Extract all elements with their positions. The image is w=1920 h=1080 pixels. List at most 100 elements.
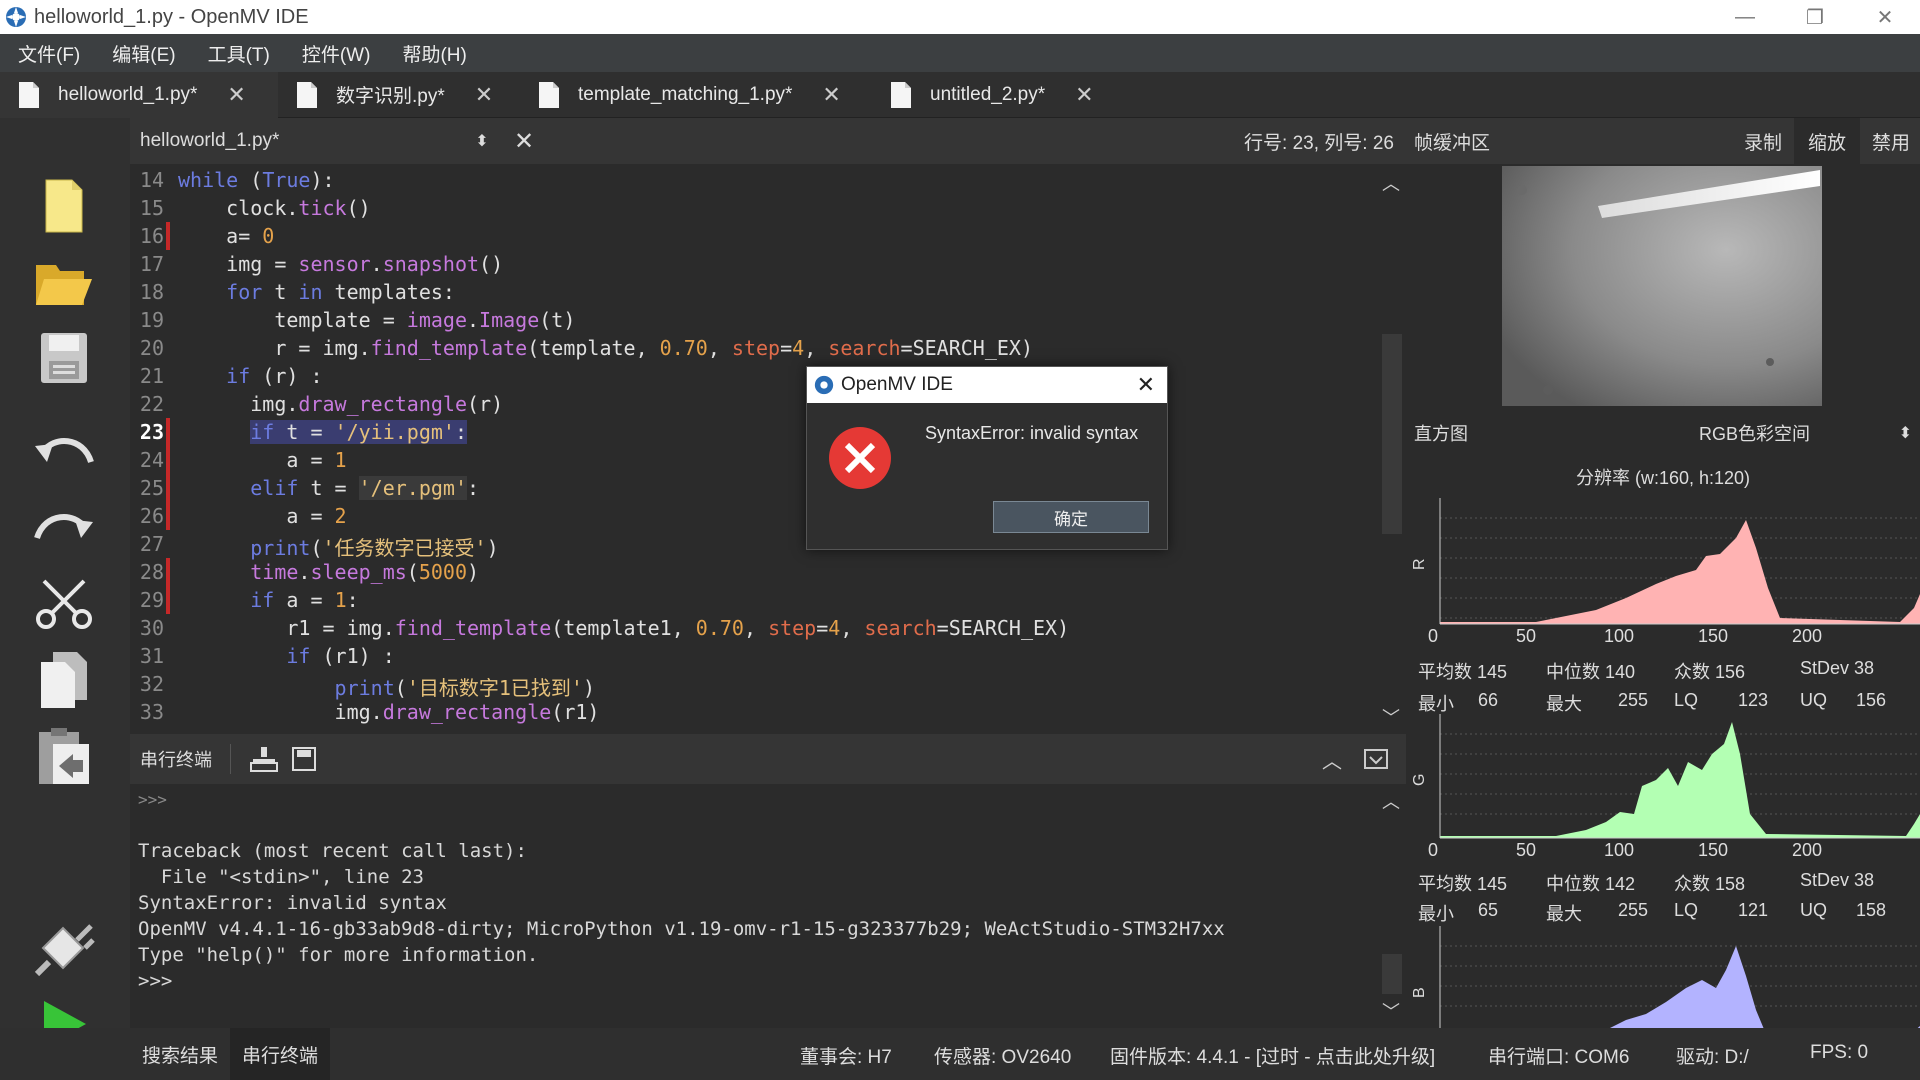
clear-terminal-icon[interactable]: [249, 745, 279, 773]
line-number: 19: [139, 308, 164, 332]
line-number: 21: [139, 364, 164, 388]
channel-b-label: B: [1411, 987, 1428, 998]
g-uq-label: UQ: [1800, 900, 1827, 920]
tab-untitled[interactable]: untitled_2.py* ✕: [872, 72, 1122, 118]
new-file-button[interactable]: [26, 168, 102, 244]
serial-terminal-output[interactable]: >>> Traceback (most recent call last): F…: [130, 784, 1378, 1028]
tab-search-results[interactable]: 搜索结果: [130, 1041, 230, 1068]
scroll-up-icon[interactable]: ︿: [1382, 170, 1400, 196]
r-max-label: 最大: [1546, 694, 1582, 714]
code-text: r = img.find_template(template, 0.70, st…: [178, 336, 1033, 360]
terminal-line: Traceback (most recent call last):: [138, 840, 527, 862]
code-text: if t = '/yii.pgm':: [250, 420, 468, 444]
panel-toggle-icon[interactable]: [1364, 749, 1388, 769]
error-icon: [829, 427, 891, 489]
tab-close-icon[interactable]: ✕: [475, 82, 493, 108]
close-editor-icon[interactable]: ✕: [504, 127, 544, 156]
code-text: img.draw_rectangle(r1): [178, 700, 600, 724]
r-stdev: StDev 38: [1800, 658, 1875, 678]
code-text: if (r) :: [226, 364, 323, 388]
tick-label: 50: [1516, 840, 1537, 860]
line-number: 29: [139, 588, 164, 612]
openmv-logo-icon: [814, 375, 834, 395]
copy-icon: [41, 652, 87, 708]
scroll-down-icon[interactable]: ﹀: [1382, 704, 1400, 730]
line-number: 15: [139, 196, 164, 220]
save-log-icon[interactable]: [291, 746, 317, 772]
zoom-button[interactable]: 缩放: [1793, 118, 1860, 164]
file-switch-arrows-icon[interactable]: ⬍: [460, 131, 504, 151]
board-status: 董事会: H7: [800, 1047, 892, 1068]
paste-button[interactable]: [26, 718, 102, 794]
code-text: a = 1: [178, 448, 347, 472]
r-mode: 众数 156: [1674, 662, 1746, 682]
menu-edit[interactable]: 编辑(E): [94, 40, 189, 67]
redo-icon: [34, 514, 93, 540]
left-toolbar: [0, 118, 130, 1080]
tick-label: 200: [1792, 840, 1823, 860]
restore-button[interactable]: ❐: [1780, 0, 1850, 34]
dialog-ok-button[interactable]: 确定: [993, 501, 1149, 533]
g-min: 65: [1478, 900, 1499, 920]
editor-scrollbar[interactable]: ︿ ﹀: [1378, 164, 1406, 734]
record-button[interactable]: 录制: [1732, 128, 1794, 155]
code-line: 27: [130, 530, 164, 558]
serial-terminal-header: 串行终端 ︿: [130, 734, 1406, 784]
tab-digit-recognition[interactable]: 数字识别.py* ✕: [278, 72, 520, 118]
tab-serial-terminal[interactable]: 串行终端: [230, 1028, 331, 1080]
code-line: 23: [130, 418, 164, 446]
r-min-label: 最小: [1418, 694, 1454, 714]
menu-file[interactable]: 文件(F): [0, 40, 94, 67]
code-line: 26: [130, 502, 164, 530]
g-lq-label: LQ: [1674, 900, 1699, 920]
tab-helloworld[interactable]: helloworld_1.py* ✕: [0, 71, 278, 118]
code-line: 29: [130, 586, 164, 614]
code-text: while (True):: [178, 168, 335, 192]
dialog-close-icon[interactable]: ✕: [1137, 372, 1155, 398]
scroll-down-icon[interactable]: ﹀: [1382, 998, 1400, 1024]
copy-button[interactable]: [26, 642, 102, 718]
line-number: 31: [139, 644, 164, 668]
terminal-line: >>>: [138, 790, 167, 809]
drive-status: 驱动: D:/: [1676, 1047, 1749, 1068]
code-text: if a = 1:: [250, 588, 359, 612]
code-line: 22: [130, 390, 164, 418]
code-line: 16: [130, 222, 164, 250]
resolution-label: 分辨率 (w:160, h:120): [1575, 468, 1751, 488]
undo-button[interactable]: [26, 414, 102, 490]
select-arrows-icon[interactable]: ⬍: [1899, 423, 1912, 443]
scissors-icon: [36, 579, 92, 629]
tick-label: 200: [1792, 626, 1823, 646]
tab-template-matching[interactable]: template_matching_1.py* ✕: [520, 72, 872, 118]
open-file-button[interactable]: [26, 244, 102, 320]
menu-tools[interactable]: 工具(T): [190, 40, 284, 67]
code-line: 19: [130, 306, 164, 334]
editor-filename[interactable]: helloworld_1.py*: [140, 130, 460, 152]
tab-close-icon[interactable]: ✕: [227, 82, 245, 108]
code-line: 17: [130, 250, 164, 278]
redo-button[interactable]: [26, 490, 102, 566]
scroll-thumb[interactable]: [1382, 954, 1402, 994]
tab-close-icon[interactable]: ✕: [1075, 82, 1093, 108]
scroll-thumb[interactable]: [1382, 334, 1402, 534]
code-line: 31: [130, 642, 164, 670]
r-lq: 123: [1738, 690, 1769, 710]
menu-widgets[interactable]: 控件(W): [284, 40, 385, 67]
scroll-up-icon[interactable]: ︿: [1382, 788, 1400, 814]
tab-close-icon[interactable]: ✕: [822, 82, 840, 108]
tick-label: 150: [1698, 626, 1729, 646]
collapse-up-icon[interactable]: ︿: [1322, 745, 1342, 774]
firmware-status[interactable]: 固件版本: 4.4.1 - [过时 - 点击此处升级]: [1110, 1042, 1435, 1069]
code-editor[interactable]: 14 while (True): 15 clock.tick() 16 a= 0…: [130, 164, 1378, 734]
line-number: 16: [139, 224, 164, 248]
dialog-message: SyntaxError: invalid syntax: [925, 423, 1139, 443]
close-window-button[interactable]: ✕: [1850, 0, 1920, 34]
minimize-button[interactable]: —: [1710, 0, 1780, 34]
cut-button[interactable]: [26, 566, 102, 642]
menu-help[interactable]: 帮助(H): [384, 40, 480, 67]
disable-button[interactable]: 禁用: [1860, 128, 1920, 155]
terminal-scrollbar[interactable]: ︿ ﹀: [1378, 784, 1406, 1028]
save-file-button[interactable]: [26, 320, 102, 396]
colorspace-select[interactable]: RGB色彩空间: [1699, 420, 1810, 446]
connect-button[interactable]: [26, 910, 102, 986]
